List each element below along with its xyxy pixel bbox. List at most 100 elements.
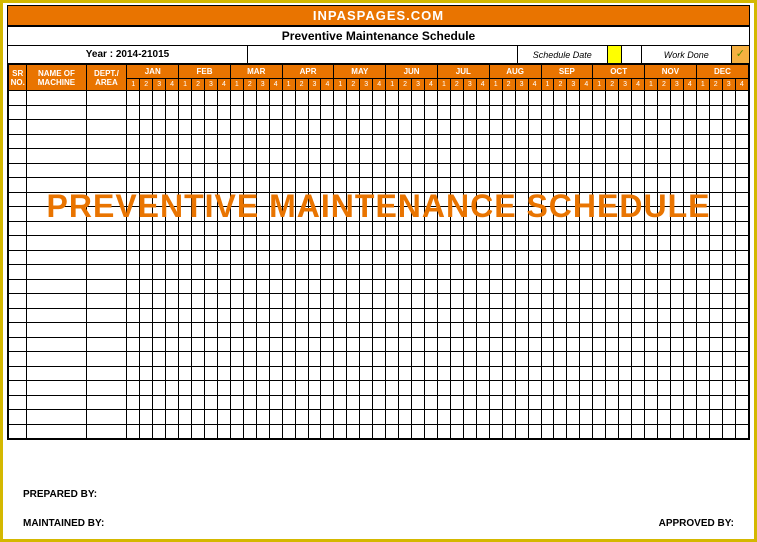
- cell[interactable]: [683, 352, 696, 367]
- cell[interactable]: [256, 163, 269, 178]
- cell[interactable]: [735, 337, 748, 352]
- cell[interactable]: [502, 207, 515, 222]
- cell[interactable]: [580, 178, 593, 193]
- cell[interactable]: [515, 294, 528, 309]
- cell[interactable]: [476, 366, 489, 381]
- cell[interactable]: [450, 323, 463, 338]
- cell[interactable]: [619, 192, 632, 207]
- cell[interactable]: [360, 308, 373, 323]
- cell[interactable]: [450, 178, 463, 193]
- cell[interactable]: [683, 192, 696, 207]
- cell[interactable]: [450, 192, 463, 207]
- cell[interactable]: [321, 236, 334, 251]
- cell[interactable]: [425, 337, 438, 352]
- cell[interactable]: [645, 207, 658, 222]
- cell[interactable]: [217, 279, 230, 294]
- cell[interactable]: [321, 221, 334, 236]
- cell[interactable]: [528, 178, 541, 193]
- cell[interactable]: [450, 352, 463, 367]
- cell[interactable]: [295, 163, 308, 178]
- cell[interactable]: [153, 337, 166, 352]
- cell[interactable]: [683, 250, 696, 265]
- cell[interactable]: [347, 279, 360, 294]
- cell[interactable]: [386, 221, 399, 236]
- cell[interactable]: [412, 395, 425, 410]
- cell[interactable]: [632, 91, 645, 106]
- cell[interactable]: [567, 91, 580, 106]
- cell[interactable]: [683, 337, 696, 352]
- cell[interactable]: [256, 207, 269, 222]
- cell[interactable]: [347, 120, 360, 135]
- cell[interactable]: [709, 265, 722, 280]
- cell[interactable]: [735, 163, 748, 178]
- cell[interactable]: [657, 149, 670, 164]
- cell[interactable]: [541, 265, 554, 280]
- cell[interactable]: [632, 395, 645, 410]
- cell[interactable]: [554, 294, 567, 309]
- cell[interactable]: [140, 265, 153, 280]
- cell[interactable]: [696, 308, 709, 323]
- cell[interactable]: [256, 192, 269, 207]
- cell[interactable]: [373, 120, 386, 135]
- cell[interactable]: [179, 366, 192, 381]
- cell[interactable]: [217, 250, 230, 265]
- cell[interactable]: [386, 265, 399, 280]
- cell[interactable]: [425, 207, 438, 222]
- cell[interactable]: [360, 323, 373, 338]
- cell[interactable]: [334, 366, 347, 381]
- cell[interactable]: [386, 120, 399, 135]
- cell[interactable]: [476, 323, 489, 338]
- cell[interactable]: [204, 294, 217, 309]
- cell[interactable]: [243, 381, 256, 396]
- cell[interactable]: [412, 352, 425, 367]
- cell[interactable]: [140, 207, 153, 222]
- cell[interactable]: [683, 207, 696, 222]
- cell[interactable]: [243, 308, 256, 323]
- cell[interactable]: [295, 207, 308, 222]
- cell[interactable]: [476, 410, 489, 425]
- cell[interactable]: [308, 192, 321, 207]
- cell[interactable]: [282, 323, 295, 338]
- cell[interactable]: [192, 91, 205, 106]
- cell[interactable]: [399, 250, 412, 265]
- cell[interactable]: [386, 192, 399, 207]
- cell[interactable]: [632, 149, 645, 164]
- cell[interactable]: [334, 308, 347, 323]
- cell[interactable]: [619, 163, 632, 178]
- cell[interactable]: [476, 120, 489, 135]
- cell[interactable]: [412, 120, 425, 135]
- cell[interactable]: [308, 308, 321, 323]
- cell[interactable]: [192, 352, 205, 367]
- cell[interactable]: [153, 250, 166, 265]
- cell[interactable]: [179, 149, 192, 164]
- cell[interactable]: [645, 337, 658, 352]
- cell[interactable]: [256, 250, 269, 265]
- cell[interactable]: [554, 236, 567, 251]
- cell[interactable]: [696, 323, 709, 338]
- cell[interactable]: [399, 105, 412, 120]
- cell[interactable]: [86, 279, 127, 294]
- cell[interactable]: [192, 323, 205, 338]
- cell[interactable]: [670, 192, 683, 207]
- cell[interactable]: [735, 105, 748, 120]
- cell[interactable]: [606, 149, 619, 164]
- cell[interactable]: [347, 308, 360, 323]
- cell[interactable]: [243, 352, 256, 367]
- cell[interactable]: [140, 163, 153, 178]
- cell[interactable]: [127, 308, 140, 323]
- cell[interactable]: [179, 105, 192, 120]
- cell[interactable]: [269, 192, 282, 207]
- cell[interactable]: [373, 395, 386, 410]
- cell[interactable]: [541, 381, 554, 396]
- cell[interactable]: [619, 279, 632, 294]
- cell[interactable]: [502, 91, 515, 106]
- cell[interactable]: [27, 192, 86, 207]
- cell[interactable]: [645, 424, 658, 439]
- cell[interactable]: [476, 250, 489, 265]
- cell[interactable]: [425, 395, 438, 410]
- cell[interactable]: [657, 337, 670, 352]
- cell[interactable]: [606, 178, 619, 193]
- cell[interactable]: [657, 323, 670, 338]
- cell[interactable]: [347, 366, 360, 381]
- cell[interactable]: [230, 381, 243, 396]
